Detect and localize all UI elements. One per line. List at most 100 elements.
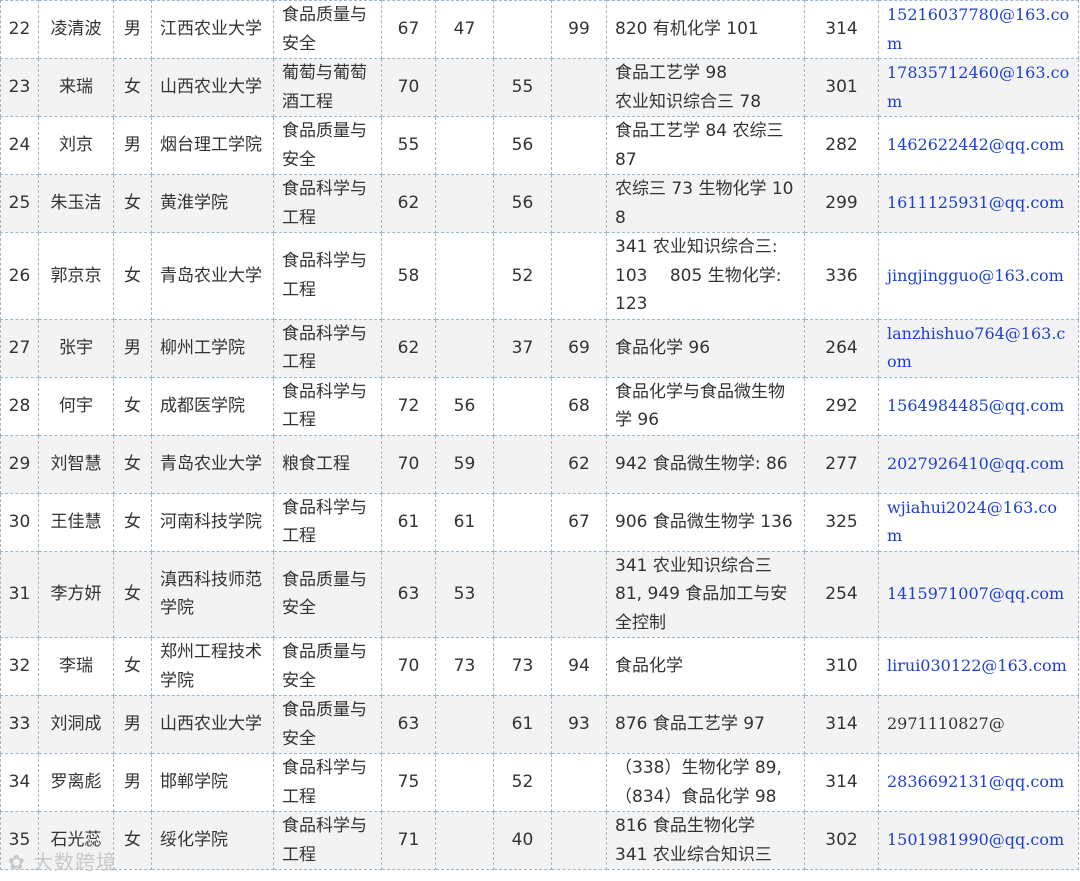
table-row: 27 张宇男柳州工学院 食品科学与工程 62 37 69 食品化学 96 264 lanzhis… [0,318,1079,378]
cell-score-1: 55 [381,116,436,175]
email-link[interactable]: 1501981990@qq.com [887,830,1064,849]
cell-subjects: 341 农业知识综合三: 103 805 生物化学: 123 [606,232,805,320]
cell-major: 粮食工程 [273,434,382,494]
cell-subjects: 820 有机化学 101 [606,0,805,59]
cell-major: 食品科学与工程 [273,232,382,320]
cell-score-2: 56 [435,376,494,436]
cell-total: 302 [804,811,879,870]
cell-email[interactable]: 2027926410@qq.com [878,434,1079,494]
cell-score-1: 72 [381,376,436,436]
cell-email[interactable]: 1415971007@qq.com [878,550,1079,638]
cell-gender: 女 [113,637,152,696]
cell-email[interactable]: 1611125931@qq.com [878,174,1079,233]
cell-score-4: 67 [551,492,607,552]
cell-email[interactable]: 1462622442@qq.com [878,116,1079,175]
cell-score-3 [493,376,552,436]
email-link[interactable]: wjiahui2024@163.com [887,498,1057,546]
cell-subjects: 341 农业知识综合三 81, 949 食品加工与安 全控制 [606,550,805,638]
cell-no: 23 [0,58,39,117]
cell-score-1: 58 [381,232,436,320]
email-link[interactable]: lirui030122@163.com [887,656,1067,675]
email-link[interactable]: jingjingguo@163.com [887,266,1064,285]
cell-name: 来瑞 [38,58,114,117]
cell-total: 254 [804,550,879,638]
cell-score-3: 56 [493,174,552,233]
email-text: 2971110827@ [887,714,1005,734]
email-link[interactable]: lanzhishuo764@163.com [887,324,1065,372]
cell-no: 31 [0,550,39,638]
cell-name: 王佳慧 [38,492,114,552]
cell-email[interactable]: lirui030122@163.com [878,637,1079,696]
cell-score-3 [493,0,552,59]
weibo-icon: ✿ [8,850,34,874]
email-link[interactable]: 1462622442@qq.com [887,135,1064,154]
cell-school: 青岛农业大学 [151,232,274,320]
cell-email[interactable]: wjiahui2024@163.com [878,492,1079,552]
cell-name: 朱玉洁 [38,174,114,233]
cell-major: 食品质量与安全 [273,695,382,754]
email-link[interactable]: 1611125931@qq.com [887,193,1064,212]
cell-subjects: 食品工艺学 84 农综三 87 [606,116,805,175]
email-link[interactable]: 15216037780@163.com [887,5,1069,53]
cell-score-3: 52 [493,753,552,812]
cell-major: 食品质量与安全 [273,116,382,175]
cell-school: 河南科技学院 [151,492,274,552]
cell-name: 刘京 [38,116,114,175]
table-row: 22 凌清波男江西农业大学 食品质量与安全 67 47 99 820 有机化学 101 314… [0,0,1079,59]
cell-subjects: 食品工艺学 98 农业知识综合三 78 [606,58,805,117]
cell-email[interactable]: 2836692131@qq.com [878,753,1079,812]
cell-score-1: 75 [381,753,436,812]
cell-score-2 [435,318,494,378]
cell-name: 李瑞 [38,637,114,696]
cell-gender: 女 [113,492,152,552]
cell-email[interactable]: 17835712460@163.com [878,58,1079,117]
cell-school: 山西农业大学 [151,695,274,754]
cell-score-2: 73 [435,637,494,696]
cell-school: 黄淮学院 [151,174,274,233]
cell-total: 292 [804,376,879,436]
cell-score-4: 93 [551,695,607,754]
cell-score-1: 71 [381,811,436,870]
cell-name: 罗离彪 [38,753,114,812]
cell-no: 28 [0,376,39,436]
cell-subjects: 食品化学 [606,637,805,696]
email-link[interactable]: 17835712460@163.com [887,63,1069,111]
table-row: 33 刘洞成男山西农业大学 食品质量与安全 63 61 93 876 食品工艺学 97 314… [0,695,1079,754]
cell-no: 32 [0,637,39,696]
cell-score-1: 67 [381,0,436,59]
cell-total: 325 [804,492,879,552]
cell-school: 邯郸学院 [151,753,274,812]
cell-email[interactable]: 1501981990@qq.com [878,811,1079,870]
cell-email[interactable]: 1564984485@qq.com [878,376,1079,436]
cell-score-4 [551,232,607,320]
cell-score-3 [493,492,552,552]
cell-score-3: 40 [493,811,552,870]
email-link[interactable]: 2836692131@qq.com [887,772,1064,791]
cell-major: 食品质量与安全 [273,637,382,696]
cell-score-4: 62 [551,434,607,494]
cell-gender: 男 [113,695,152,754]
cell-score-2 [435,58,494,117]
cell-email[interactable]: 15216037780@163.com [878,0,1079,59]
table-row: 23 来瑞女山西农业大学 葡萄与葡萄酒工程 70 55 食品工艺学 98 农业知识综合三 7… [0,58,1079,117]
cell-score-1: 63 [381,550,436,638]
table-row: 31 李方妍女滇西科技师范学院 食品质量与安全 63 53 341 农业知识综合三 81, … [0,550,1079,638]
cell-no: 30 [0,492,39,552]
email-link[interactable]: 1564984485@qq.com [887,396,1064,415]
cell-score-2: 53 [435,550,494,638]
cell-school: 绥化学院 [151,811,274,870]
email-link[interactable]: 2027926410@qq.com [887,454,1064,473]
cell-email[interactable]: jingjingguo@163.com [878,232,1079,320]
email-link[interactable]: 1415971007@qq.com [887,584,1064,603]
cell-score-2 [435,695,494,754]
cell-email[interactable]: lanzhishuo764@163.com [878,318,1079,378]
cell-score-1: 70 [381,637,436,696]
cell-school: 滇西科技师范学院 [151,550,274,638]
cell-gender: 女 [113,376,152,436]
cell-name: 李方妍 [38,550,114,638]
table-row: 35 石光蕊女绥化学院 食品科学与工程 71 40 816 食品生物化学 341 农业综合知… [0,811,1079,870]
cell-name: 张宇 [38,318,114,378]
cell-total: 314 [804,695,879,754]
cell-gender: 女 [113,550,152,638]
cell-gender: 男 [113,318,152,378]
